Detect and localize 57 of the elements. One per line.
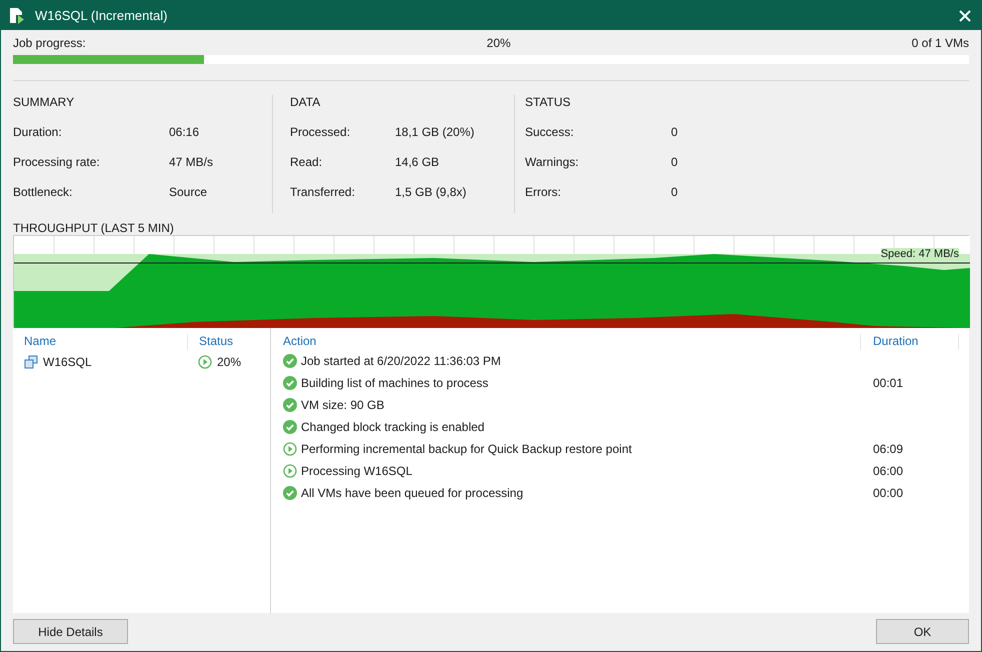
document-play-icon	[9, 6, 25, 24]
stat-label: Processing rate:	[13, 155, 101, 169]
action-text: Performing incremental backup for Quick Backup restore point	[301, 442, 632, 456]
section-title: THROUGHPUT (LAST 5 MIN)	[13, 221, 175, 235]
action-text: Building list of machines to process	[301, 376, 488, 390]
action-text: Processing W16SQL	[301, 464, 412, 478]
stat-value: 06:16	[169, 125, 200, 139]
vm-icon	[24, 355, 38, 369]
stat-value: 18,1 GB (20%)	[395, 125, 474, 139]
column-header[interactable]: Duration	[860, 334, 959, 350]
stat-value: 0	[671, 185, 678, 199]
action-duration: 06:00	[873, 464, 904, 478]
action-text: VM size: 90 GB	[301, 398, 384, 412]
action-text: All VMs have been queued for processing	[301, 486, 524, 500]
close-icon[interactable]	[959, 10, 971, 22]
progress-percent: 20%	[486, 36, 511, 50]
stat-label: Read:	[290, 155, 324, 169]
action-duration: 00:00	[873, 486, 904, 500]
action-duration: 00:01	[873, 376, 904, 390]
stat-value: 47 MB/s	[169, 155, 214, 169]
stat-label: Transferred:	[290, 185, 356, 199]
stat-label: Warnings:	[525, 155, 580, 169]
window-title: W16SQL (Incremental)	[35, 8, 168, 23]
speed-label: Speed: 47 MB/s	[880, 248, 959, 261]
progress-label: Job progress:	[13, 36, 86, 50]
column-header[interactable]: Action	[283, 334, 860, 350]
check-icon	[283, 486, 297, 500]
section-title: STATUS	[525, 95, 572, 109]
vm-count: 0 of 1 VMs	[912, 36, 969, 50]
column-header[interactable]: Name	[24, 334, 188, 350]
stat-value: 0	[671, 155, 678, 169]
stat-value: Source	[169, 185, 208, 199]
section-title: DATA	[290, 95, 322, 109]
stat-label: Duration:	[13, 125, 63, 139]
action-text: Job started at 6/20/2022 11:36:03 PM	[301, 354, 501, 368]
vm-status: 20%	[217, 355, 242, 369]
play-icon	[198, 355, 212, 369]
action-text: Changed block tracking is enabled	[301, 420, 484, 434]
stat-value: 1,5 GB (9,8x)	[395, 185, 466, 199]
stat-label: Processed:	[290, 125, 352, 139]
check-icon	[283, 354, 297, 368]
section-title: SUMMARY	[13, 95, 76, 109]
action-duration: 06:09	[873, 442, 904, 456]
play-icon	[283, 464, 297, 478]
stat-label: Errors:	[525, 185, 562, 199]
ok-button[interactable]: OK	[876, 619, 969, 644]
vm-name: W16SQL	[43, 355, 92, 369]
stat-value: 0	[671, 125, 678, 139]
stat-label: Bottleneck:	[13, 185, 74, 199]
play-icon	[283, 442, 297, 456]
check-icon	[283, 420, 297, 434]
hide-details-button[interactable]: Hide Details	[13, 619, 128, 644]
column-header[interactable]: Status	[188, 334, 234, 350]
stat-label: Success:	[525, 125, 575, 139]
check-icon	[283, 376, 297, 390]
check-icon	[283, 398, 297, 412]
stat-value: 14,6 GB	[395, 155, 440, 169]
